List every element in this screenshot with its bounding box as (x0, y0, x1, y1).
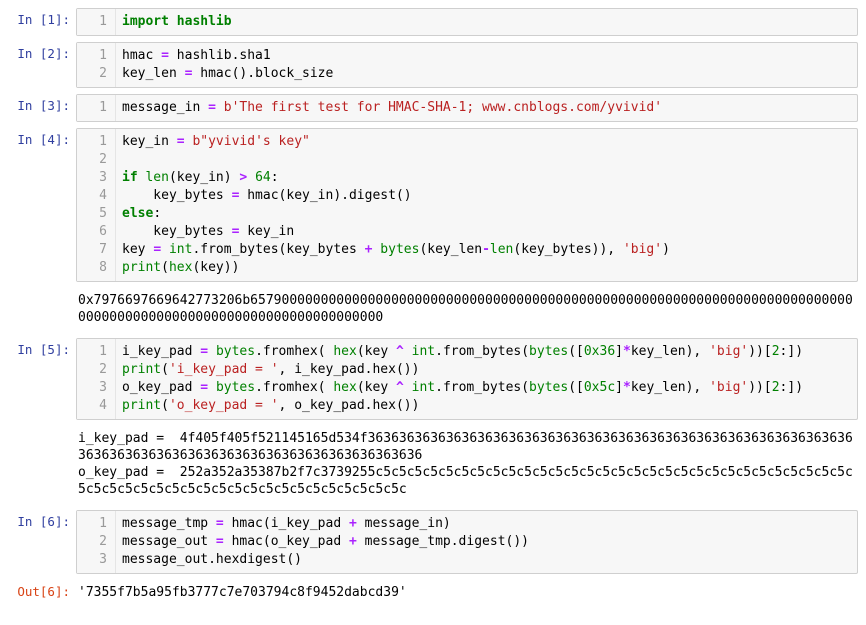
code-box[interactable]: 1import hashlib (76, 8, 858, 36)
code-content: if len(key_in) > 64: (116, 169, 857, 187)
code-line: 1message_in = b'The first test for HMAC-… (77, 95, 857, 121)
code-content: else: (116, 205, 857, 223)
code-box[interactable]: 1i_key_pad = bytes.fromhex( hex(key ^ in… (76, 338, 858, 420)
code-line: 3if len(key_in) > 64: (77, 169, 857, 187)
code-box[interactable]: 1hmac = hashlib.sha12key_len = hmac().bl… (76, 42, 858, 88)
line-number: 1 (77, 129, 116, 151)
input-cell: In [1]:1import hashlib (8, 8, 858, 36)
code-content (116, 151, 857, 169)
code-content: print('o_key_pad = ', o_key_pad.hex()) (116, 397, 857, 419)
code-line: 1message_tmp = hmac(i_key_pad + message_… (77, 511, 857, 533)
input-prompt: In [1]: (8, 8, 76, 36)
code-line: 1key_in = b"yvivid's key" (77, 129, 857, 151)
code-line: 3message_out.hexdigest() (77, 551, 857, 573)
output-area: 0x797669766964277320​6b65790000000000000… (76, 288, 858, 332)
code-line: 5else: (77, 205, 857, 223)
code-line: 2 (77, 151, 857, 169)
stream-output: 0x797669766964277320​6b65790000000000000… (76, 288, 858, 332)
result-area: '7355f7b5a95fb3777c7e703794c8f9452dabcd3… (76, 580, 858, 607)
code-line: 8print(hex(key)) (77, 259, 857, 281)
line-number: 3 (77, 169, 116, 187)
input-area: 1message_in = b'The first test for HMAC-… (76, 94, 858, 122)
line-number: 5 (77, 205, 116, 223)
input-prompt: In [6]: (8, 510, 76, 574)
code-content: key_in = b"yvivid's key" (116, 129, 857, 151)
input-area: 1import hashlib (76, 8, 858, 36)
output-prompt: Out[6]: (8, 580, 76, 607)
line-number: 2 (77, 65, 116, 87)
input-prompt: In [3]: (8, 94, 76, 122)
result-cell: Out[6]:'7355f7b5a95fb3777c7e703794c8f945… (8, 580, 858, 607)
code-content: print(hex(key)) (116, 259, 857, 281)
line-number: 2 (77, 533, 116, 551)
output-area: i_key_pad = 4f405f405f521145165d534f3636… (76, 426, 858, 504)
line-number: 1 (77, 339, 116, 361)
code-content: message_tmp = hmac(i_key_pad + message_i… (116, 511, 857, 533)
line-number: 3 (77, 379, 116, 397)
code-line: 2print('i_key_pad = ', i_key_pad.hex()) (77, 361, 857, 379)
input-cell: In [5]:1i_key_pad = bytes.fromhex( hex(k… (8, 338, 858, 420)
input-cell: In [4]:1key_in = b"yvivid's key"23if len… (8, 128, 858, 282)
output-prompt-empty (8, 288, 76, 332)
code-box[interactable]: 1key_in = b"yvivid's key"23if len(key_in… (76, 128, 858, 282)
input-area: 1message_tmp = hmac(i_key_pad + message_… (76, 510, 858, 574)
input-cell: In [2]:1hmac = hashlib.sha12key_len = hm… (8, 42, 858, 88)
code-content: message_out.hexdigest() (116, 551, 857, 573)
line-number: 1 (77, 511, 116, 533)
code-line: 1hmac = hashlib.sha1 (77, 43, 857, 65)
execute-result: '7355f7b5a95fb3777c7e703794c8f9452dabcd3… (76, 580, 858, 607)
stream-output: i_key_pad = 4f405f405f521145165d534f3636… (76, 426, 858, 504)
notebook-container: In [1]:1import hashlibIn [2]:1hmac = has… (8, 8, 858, 607)
code-line: 1import hashlib (77, 9, 857, 35)
code-box[interactable]: 1message_tmp = hmac(i_key_pad + message_… (76, 510, 858, 574)
input-cell: In [6]:1message_tmp = hmac(i_key_pad + m… (8, 510, 858, 574)
input-area: 1hmac = hashlib.sha12key_len = hmac().bl… (76, 42, 858, 88)
line-number: 6 (77, 223, 116, 241)
line-number: 2 (77, 151, 116, 169)
input-prompt: In [4]: (8, 128, 76, 282)
code-line: 3o_key_pad = bytes.fromhex( hex(key ^ in… (77, 379, 857, 397)
line-number: 2 (77, 361, 116, 379)
line-number: 1 (77, 43, 116, 65)
code-line: 4 key_bytes = hmac(key_in).digest() (77, 187, 857, 205)
input-cell: In [3]:1message_in = b'The first test fo… (8, 94, 858, 122)
code-line: 1i_key_pad = bytes.fromhex( hex(key ^ in… (77, 339, 857, 361)
code-line: 4print('o_key_pad = ', o_key_pad.hex()) (77, 397, 857, 419)
line-number: 3 (77, 551, 116, 573)
input-prompt: In [2]: (8, 42, 76, 88)
code-line: 2key_len = hmac().block_size (77, 65, 857, 87)
code-content: key_bytes = key_in (116, 223, 857, 241)
code-content: key_bytes = hmac(key_in).digest() (116, 187, 857, 205)
code-content: message_out = hmac(o_key_pad + message_t… (116, 533, 857, 551)
line-number: 1 (77, 9, 116, 35)
input-prompt: In [5]: (8, 338, 76, 420)
code-content: print('i_key_pad = ', i_key_pad.hex()) (116, 361, 857, 379)
code-box[interactable]: 1message_in = b'The first test for HMAC-… (76, 94, 858, 122)
code-content: key = int.from_bytes(key_bytes + bytes(k… (116, 241, 857, 259)
code-line: 6 key_bytes = key_in (77, 223, 857, 241)
code-content: o_key_pad = bytes.fromhex( hex(key ^ int… (116, 379, 857, 397)
line-number: 4 (77, 397, 116, 419)
line-number: 7 (77, 241, 116, 259)
code-content: key_len = hmac().block_size (116, 65, 857, 87)
line-number: 8 (77, 259, 116, 281)
line-number: 4 (77, 187, 116, 205)
input-area: 1key_in = b"yvivid's key"23if len(key_in… (76, 128, 858, 282)
code-line: 2message_out = hmac(o_key_pad + message_… (77, 533, 857, 551)
line-number: 1 (77, 95, 116, 121)
output-prompt-empty (8, 426, 76, 504)
code-content: hmac = hashlib.sha1 (116, 43, 857, 65)
output-cell: i_key_pad = 4f405f405f521145165d534f3636… (8, 426, 858, 504)
code-content: message_in = b'The first test for HMAC-S… (116, 95, 857, 121)
code-content: import hashlib (116, 9, 857, 35)
code-line: 7key = int.from_bytes(key_bytes + bytes(… (77, 241, 857, 259)
input-area: 1i_key_pad = bytes.fromhex( hex(key ^ in… (76, 338, 858, 420)
output-cell: 0x797669766964277320​6b65790000000000000… (8, 288, 858, 332)
code-content: i_key_pad = bytes.fromhex( hex(key ^ int… (116, 339, 857, 361)
